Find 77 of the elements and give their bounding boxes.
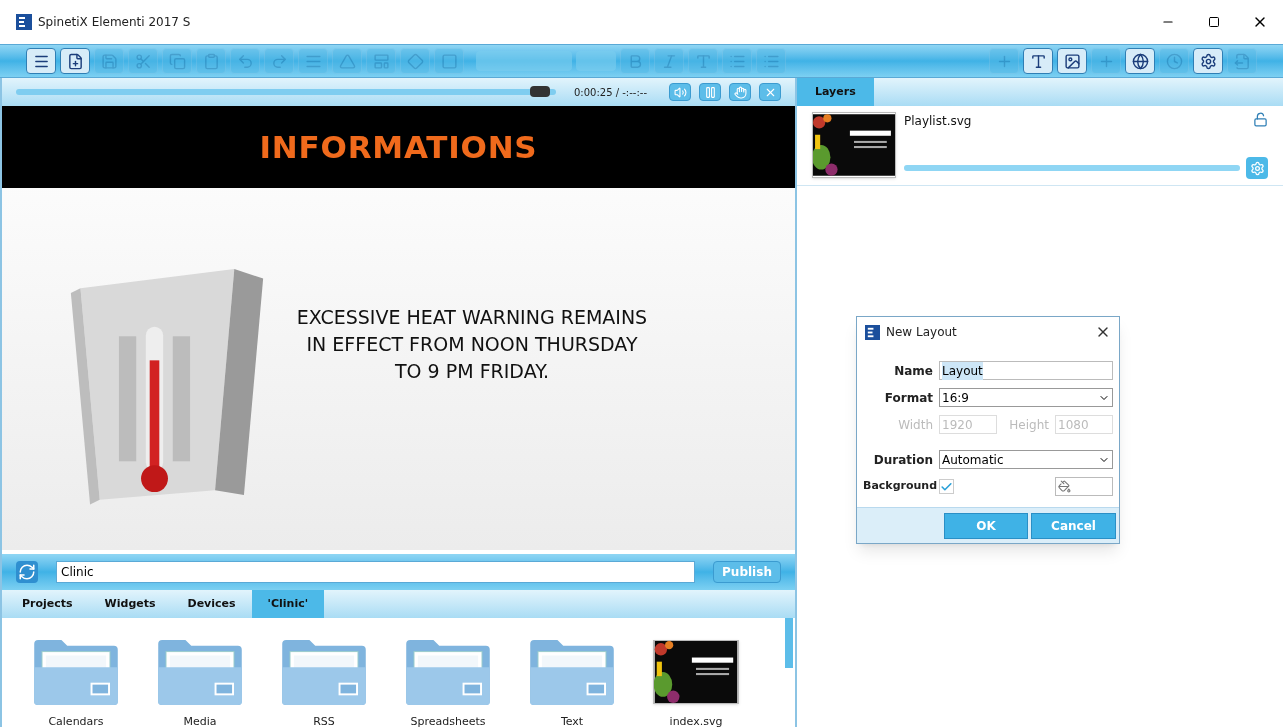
- scrollbar[interactable]: [785, 618, 793, 668]
- duration-dropdown[interactable]: Automatic: [939, 450, 1113, 469]
- height-label: Height: [1009, 416, 1049, 434]
- clock-icon: [1165, 52, 1183, 70]
- file-name[interactable]: index.svg: [669, 714, 723, 727]
- tab[interactable]: Projects: [6, 590, 89, 618]
- layout-icon: [372, 52, 390, 70]
- layer-settings-button[interactable]: [1246, 157, 1268, 179]
- text-icon: [694, 52, 712, 70]
- app-logo-icon: [865, 324, 880, 340]
- paint-bucket-icon: [1058, 480, 1071, 493]
- save-icon: [100, 52, 118, 70]
- player-button[interactable]: [699, 83, 721, 101]
- tab[interactable]: Widgets: [88, 590, 172, 618]
- tab[interactable]: 'Clinic': [251, 590, 325, 618]
- toolbar-button[interactable]: [1193, 48, 1223, 74]
- file-name[interactable]: Text: [560, 714, 584, 727]
- window-title: SpinetiX Elementi 2017 S: [38, 14, 191, 31]
- project-search-field[interactable]: Clinic: [56, 561, 695, 583]
- format-dropdown[interactable]: 16:9: [939, 388, 1113, 407]
- settings-icon: [1249, 160, 1265, 176]
- layers-tab[interactable]: Layers: [797, 78, 874, 106]
- app-logo-icon: [16, 14, 32, 30]
- seek-thumb[interactable]: [529, 86, 550, 97]
- slide-title: INFORMATIONS: [259, 127, 538, 167]
- file-name[interactable]: Spreadsheets: [410, 714, 486, 727]
- redo-icon: [270, 52, 288, 70]
- name-label: Name: [893, 362, 933, 380]
- color-picker-button[interactable]: [1055, 477, 1113, 496]
- file-name[interactable]: RSS: [313, 714, 335, 727]
- folder-icon: [404, 638, 492, 706]
- player-button[interactable]: [759, 83, 781, 101]
- toolbar-button[interactable]: [1023, 48, 1053, 74]
- undo-icon: [236, 52, 254, 70]
- size-select[interactable]: [576, 51, 616, 71]
- image-icon: [1063, 52, 1081, 70]
- playback-time: 0:00:25 / -:--:--: [573, 85, 647, 100]
- dialog-title: New Layout: [886, 324, 957, 341]
- volume-icon: [673, 85, 687, 99]
- diamond-icon: [406, 52, 424, 70]
- file-name[interactable]: Calendars: [48, 714, 104, 727]
- maximize-icon: [1208, 16, 1220, 28]
- paste-icon: [202, 52, 220, 70]
- new-file-icon: [66, 52, 84, 70]
- layer-item[interactable]: Playlist.svg: [797, 106, 1283, 186]
- folder-icon: [528, 638, 616, 706]
- folder-icon: [32, 638, 120, 706]
- square-icon: [440, 52, 458, 70]
- format-label: Format: [883, 389, 933, 407]
- name-field[interactable]: Layout: [939, 361, 1113, 380]
- text-icon: [1029, 52, 1047, 70]
- player-button[interactable]: [729, 83, 751, 101]
- settings-icon: [1199, 52, 1217, 70]
- folder-icon: [280, 638, 368, 706]
- hand-icon: [733, 85, 747, 99]
- unlock-icon[interactable]: [1253, 112, 1268, 127]
- cut-icon: [134, 52, 152, 70]
- duration-label: Duration: [872, 451, 933, 469]
- layer-name: Playlist.svg: [904, 113, 972, 130]
- pause-icon: [703, 85, 717, 99]
- toolbar-button[interactable]: [26, 48, 56, 74]
- background-checkbox[interactable]: [939, 479, 954, 494]
- globe-icon: [1131, 52, 1149, 70]
- tab[interactable]: Devices: [171, 590, 252, 618]
- toolbar-button[interactable]: [1057, 48, 1087, 74]
- toolbar-button[interactable]: [1125, 48, 1155, 74]
- export-icon: [1233, 52, 1251, 70]
- slide-text: EXCESSIVE HEAT WARNING REMAINS IN EFFECT FROM NOON THURSDAY TO 9 PM FRIDAY.: [295, 304, 649, 384]
- triangle-icon: [338, 52, 356, 70]
- player-button[interactable]: [669, 83, 691, 101]
- refresh-icon[interactable]: [16, 561, 38, 583]
- file-name[interactable]: Media: [183, 714, 217, 727]
- font-select[interactable]: [476, 51, 572, 71]
- width-label: Width: [897, 416, 933, 434]
- copy-icon: [168, 52, 186, 70]
- toolbar-button[interactable]: [60, 48, 90, 74]
- folder-icon: [156, 638, 244, 706]
